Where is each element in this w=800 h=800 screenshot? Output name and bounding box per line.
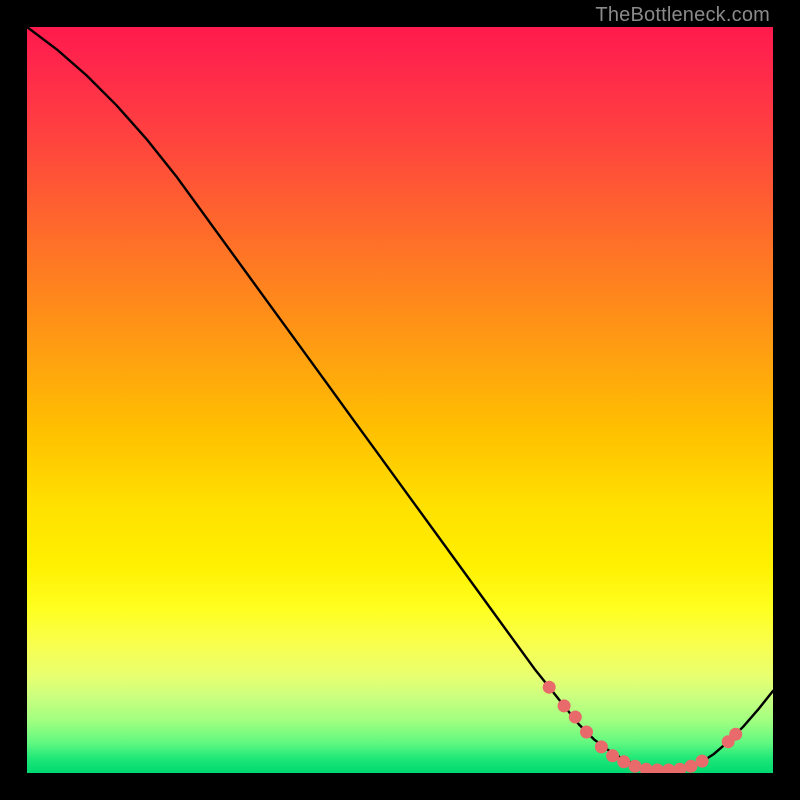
data-marker xyxy=(662,764,675,774)
data-marker xyxy=(580,726,593,739)
data-marker xyxy=(640,763,653,773)
data-marker xyxy=(684,760,697,773)
data-marker xyxy=(651,764,664,774)
data-marker xyxy=(595,740,608,753)
watermark-text: TheBottleneck.com xyxy=(595,4,770,27)
data-marker xyxy=(558,699,571,712)
chart-svg xyxy=(27,27,773,773)
data-marker xyxy=(729,728,742,741)
data-marker xyxy=(617,755,630,768)
bottleneck-curve xyxy=(27,27,773,770)
data-marker xyxy=(673,763,686,773)
marker-layer xyxy=(543,681,743,773)
data-marker xyxy=(629,760,642,773)
chart-frame: TheBottleneck.com xyxy=(0,0,800,800)
data-marker xyxy=(606,749,619,762)
data-marker xyxy=(569,711,582,724)
curve-layer xyxy=(27,27,773,770)
data-marker xyxy=(696,755,709,768)
data-marker xyxy=(543,681,556,694)
